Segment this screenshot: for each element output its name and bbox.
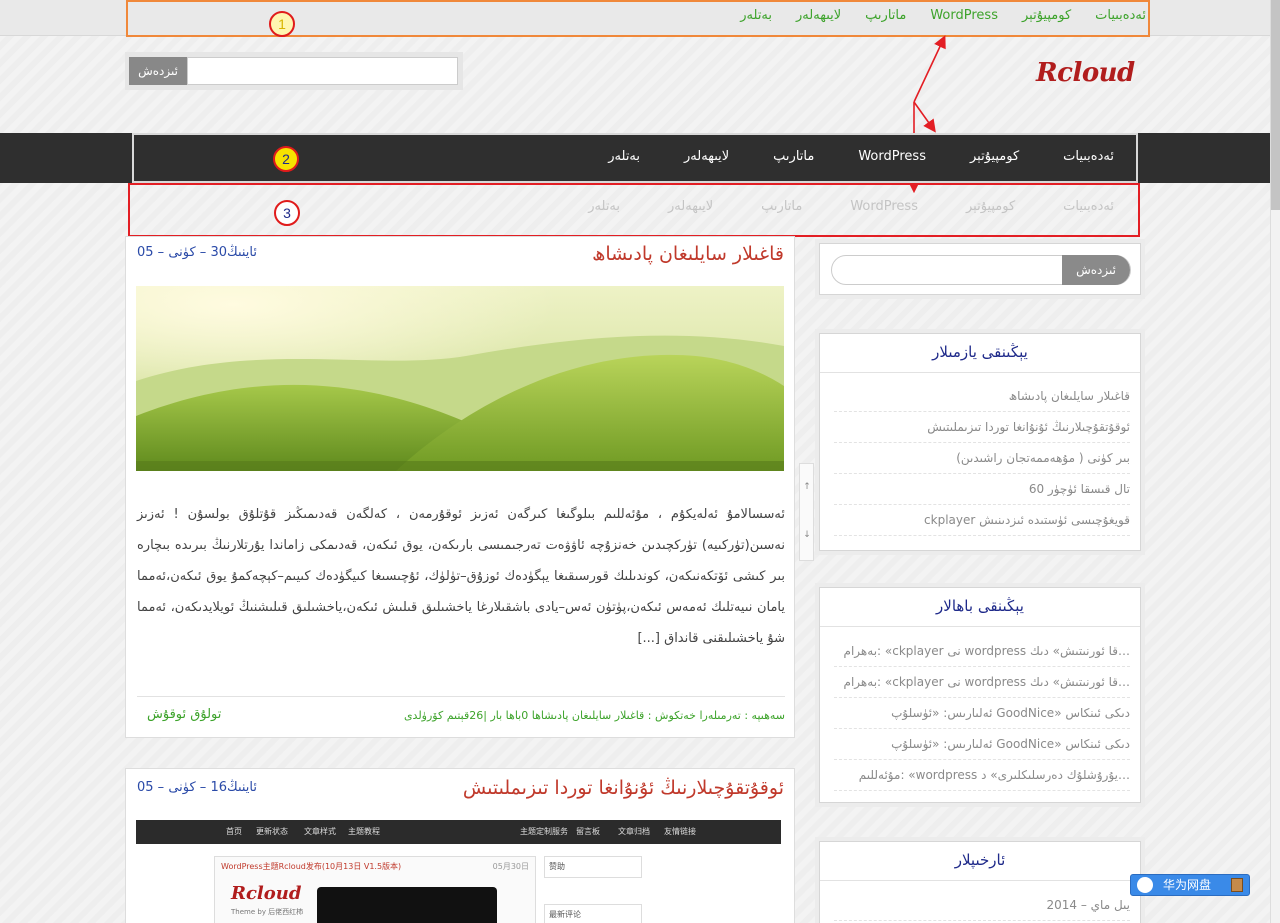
top-nav-item[interactable]: لايىھەلەر: [796, 8, 841, 23]
main-nav-items: ئەدەبىيات كومپيۇتېر WordPress ماتارىپ لا…: [586, 149, 1136, 164]
thumb-nav-bar: 首页 更新状态 文章样式 主题教程 主题定制服务 留言板 文章归档 友情链接: [136, 820, 781, 844]
post-date: 05 – ئاينىڭ30 – كۈنى: [137, 245, 257, 260]
sub-nav-item[interactable]: بەتلەر: [564, 199, 644, 214]
cloud-drive-widget[interactable]: 华为网盘: [1130, 874, 1250, 896]
thumb-card-sub: Theme by 后佬西红柿: [231, 908, 304, 916]
main-nav-item[interactable]: ماتارىپ: [751, 149, 836, 164]
thumb-nav-item: 主题教程: [348, 827, 380, 836]
scroll-down-icon[interactable]: ↓: [800, 530, 814, 540]
post-meta: سەھىپە : تەرمىلەرا خەتكوش : قاغىلار سايل…: [137, 696, 785, 730]
sidebar-search-button[interactable]: ئىزدەش: [1062, 255, 1130, 285]
archives-list: 2014 – يىل ماي: [834, 890, 1130, 921]
read-more-link[interactable]: تولۇق ئوقۇش: [147, 707, 221, 722]
post-title[interactable]: ئوقۇتقۇچىلارنىڭ ئۇنۇانغا توردا تىزىملىتى…: [463, 777, 784, 799]
recent-post-link[interactable]: بىر كۈنى ( مۇھەممەتجان راشىدىن): [834, 443, 1130, 474]
annotation-marker-3: 3: [274, 200, 300, 226]
thumb-nav-item: 友情链接: [664, 827, 696, 836]
site-logo[interactable]: Rcloud: [1036, 58, 1135, 88]
widget-title: ئارخىپلار: [954, 851, 1006, 869]
thumb-card: WordPress主题Rcloud发布(10月13日 V1.5版本) 05月30…: [214, 856, 536, 923]
thumb-nav-item: 文章样式: [304, 827, 336, 836]
sub-nav-item[interactable]: لايىھەلەر: [644, 199, 737, 214]
thumb-nav-item: 首页: [226, 827, 242, 836]
main-nav-item[interactable]: ئەدەبىيات: [1041, 149, 1136, 164]
thumb-card-device: [317, 887, 497, 923]
thumb-side-box: 赞助: [544, 856, 642, 878]
header-search-button[interactable]: ئىزدەش: [129, 57, 187, 85]
recent-posts-widget: يېڭىنقى يازمىلار قاغىلار سايلىغان پادىشا…: [819, 333, 1141, 551]
top-nav-item[interactable]: ماتارىپ: [865, 8, 906, 23]
thumb-card-logo: Rcloud: [231, 883, 302, 904]
recent-comment-link[interactable]: ئەلىارىس: «ئۈسلۇپ GoodNice» دىكى ئىنكاس: [834, 729, 1130, 760]
annotation-marker-2: 2: [273, 146, 299, 172]
widget-title: يېڭىنقى باھالار: [936, 597, 1024, 615]
scroll-up-icon[interactable]: ↑: [800, 482, 814, 492]
thumb-side-box: 最新评论: [544, 904, 642, 923]
top-nav-item[interactable]: بەتلەر: [740, 8, 772, 23]
top-nav-item[interactable]: ئەدەبىيات: [1095, 8, 1146, 23]
top-nav-items: ئەدەبىيات كومپيۇتېر WordPress ماتارىپ لا…: [740, 8, 1148, 23]
archive-link[interactable]: 2014 – يىل ماي: [834, 890, 1130, 921]
sidebar-search: ئىزدەش: [819, 243, 1141, 295]
post-image[interactable]: [136, 286, 784, 471]
sub-nav-item[interactable]: WordPress: [826, 199, 942, 214]
main-nav-item[interactable]: بەتلەر: [586, 149, 662, 164]
header-search: ئىزدەش: [125, 52, 463, 90]
thumb-nav-item: 留言板: [576, 827, 600, 836]
recent-comment-link[interactable]: مۇئەللىم: «wordpress يۇرۇشلۇك دەرسلىكلىر…: [834, 760, 1130, 791]
recent-comment-link[interactable]: ئەلىارىس: «ئۈسلۇپ GoodNice» دىكى ئىنكاس: [834, 698, 1130, 729]
widget-title: يېڭىنقى يازمىلار: [932, 343, 1028, 361]
header-search-input[interactable]: [187, 57, 458, 85]
cloud-drive-label: 华为网盘: [1163, 878, 1212, 892]
recent-post-link[interactable]: قاغىلار سايلىغان پادىشاھ: [834, 381, 1130, 412]
post-title[interactable]: قاغىلار سايلىغان پادىشاھ: [592, 243, 784, 265]
recent-post-link[interactable]: ئوقۇتقۇچىلارنىڭ ئۇنۇانغا توردا تىزىملىتى…: [834, 412, 1130, 443]
main-nav-item[interactable]: WordPress: [836, 149, 948, 164]
post-thumbnail-screenshot[interactable]: 首页 更新状态 文章样式 主题教程 主题定制服务 留言板 文章归档 友情链接 W…: [136, 820, 781, 923]
sub-nav-item[interactable]: ئەدەبىيات: [1039, 199, 1138, 214]
window-scrollbar-thumb[interactable]: [1271, 0, 1280, 210]
top-nav-item[interactable]: WordPress: [930, 8, 998, 23]
top-nav-item[interactable]: كومپيۇتېر: [1022, 8, 1071, 23]
arrow-to-main-nav: [913, 101, 936, 133]
bird-icon: [1137, 877, 1153, 893]
recent-comment-link[interactable]: بەھرام: «ckplayer نى wordpress قا ئورنىت…: [834, 636, 1130, 667]
recent-post-link[interactable]: 60 تال قىسقا ئۈچۈر: [834, 474, 1130, 505]
main-nav-item[interactable]: كومپيۇتېر: [948, 149, 1041, 164]
annotation-marker-1: 1: [269, 11, 295, 37]
arrow-to-top-nav: [913, 35, 946, 103]
sub-nav-item[interactable]: كومپيۇتېر: [942, 199, 1039, 214]
recent-comment-link[interactable]: بەھرام: «ckplayer نى wordpress قا ئورنىت…: [834, 667, 1130, 698]
recent-posts-list: قاغىلار سايلىغان پادىشاھ ئوقۇتقۇچىلارنىڭ…: [834, 381, 1130, 536]
recent-comments-widget: يېڭىنقى باھالار بەھرام: «ckplayer نى wor…: [819, 587, 1141, 803]
thumb-nav-item: 文章归档: [618, 827, 650, 836]
post-meta-info[interactable]: سەھىپە : تەرمىلەرا خەتكوش : قاغىلار سايل…: [404, 709, 785, 722]
thumb-card-title: WordPress主题Rcloud发布(10月13日 V1.5版本): [221, 862, 402, 871]
thumb-nav-item: 更新状态: [256, 827, 288, 836]
post-card: قاغىلار سايلىغان پادىشاھ 05 – ئاينىڭ30 –…: [125, 236, 795, 738]
thumb-nav-item: 主题定制服务: [520, 827, 568, 836]
sub-nav-item[interactable]: ماتارىپ: [737, 199, 826, 214]
archives-widget: ئارخىپلار 2014 – يىل ماي: [819, 841, 1141, 923]
post-excerpt: ئەسسالامۇ ئەلەيكۇم ، مۇئەللىم بىلوگىغا ك…: [137, 507, 785, 646]
main-nav-item[interactable]: لايىھەلەر: [662, 149, 751, 164]
recent-post-link[interactable]: ckplayer قويغۇچىسى ئۈستىدە ئىزدىنىش: [834, 505, 1130, 536]
post-date: 05 – ئاينىڭ16 – كۈنى: [137, 780, 257, 795]
sub-nav-items: ئەدەبىيات كومپيۇتېر WordPress ماتارىپ لا…: [564, 199, 1138, 214]
recent-comments-list: بەھرام: «ckplayer نى wordpress قا ئورنىت…: [834, 636, 1130, 791]
scroll-control[interactable]: ↑ ↓: [799, 463, 814, 561]
thumb-card-date: 05月30日: [492, 862, 529, 871]
archive-icon: [1231, 878, 1243, 892]
